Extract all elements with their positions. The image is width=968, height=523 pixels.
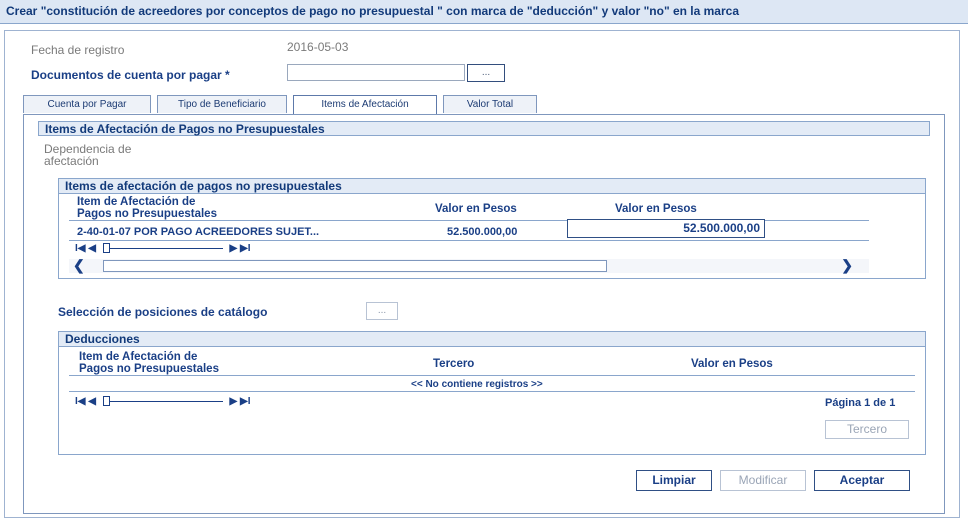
items-horizontal-scrollbar[interactable]: ❮ ❯ — [69, 257, 869, 274]
dependencia-label: Dependencia de afectación — [44, 143, 131, 167]
scroll-right-icon[interactable]: ❯ — [841, 257, 853, 274]
limpiar-button[interactable]: Limpiar — [636, 470, 712, 491]
items-pager: I◀ ◀ ▶ ▶I — [75, 242, 250, 254]
items-col-header-item-line2: Pagos no Presupuestales — [77, 208, 217, 220]
ded-col-header-item: Item de Afectación de Pagos no Presupues… — [79, 351, 219, 375]
deducciones-section: Deducciones Item de Afectación de Pagos … — [58, 331, 926, 455]
ded-col-header-tercero: Tercero — [433, 358, 475, 370]
scrollbar-thumb[interactable] — [103, 260, 607, 272]
panel-title: Items de Afectación de Pagos no Presupue… — [38, 121, 930, 136]
ded-col-header-valor: Valor en Pesos — [691, 358, 773, 370]
items-row-divider — [69, 240, 869, 241]
page-slider[interactable] — [102, 395, 223, 406]
ded-col-header-item-line2: Pagos no Presupuestales — [79, 363, 219, 375]
form-container: Fecha de registro 2016-05-03 Documentos … — [4, 30, 960, 518]
first-page-icon[interactable]: I◀ — [75, 396, 85, 407]
ded-col-header-item-line1: Item de Afectación de — [79, 351, 198, 363]
page-slider[interactable] — [102, 242, 223, 253]
ded-pager: I◀ ◀ ▶ ▶I — [75, 395, 250, 407]
ded-header-divider — [69, 375, 915, 376]
catalogo-button[interactable]: ... — [366, 302, 398, 320]
tercero-button[interactable]: Tercero — [825, 420, 909, 439]
window-title: Crear "constitución de acreedores por co… — [6, 4, 740, 18]
window-title-bar: Crear "constitución de acreedores por co… — [0, 0, 968, 24]
scroll-left-icon[interactable]: ❮ — [73, 257, 85, 274]
first-page-icon[interactable]: I◀ — [75, 243, 85, 254]
documentos-label: Documentos de cuenta por pagar * — [31, 68, 230, 82]
items-col-header-valor: Valor en Pesos — [435, 203, 517, 215]
dependencia-label-line2: afectación — [44, 154, 99, 168]
tab-tipo-de-beneficiario[interactable]: Tipo de Beneficiario — [157, 95, 287, 113]
ded-page-indicator: Página 1 de 1 — [825, 397, 896, 409]
page-slider-thumb[interactable] — [102, 242, 110, 253]
items-col-header-item: Item de Afectación de Pagos no Presupues… — [77, 196, 217, 220]
next-page-icon[interactable]: ▶ — [230, 243, 238, 254]
items-afectacion-section: Items de Afectación de Pagos no Presupue… — [38, 121, 930, 457]
items-grid-title: Items de afectación de pagos no presupue… — [59, 179, 925, 194]
items-row-item[interactable]: 2-40-01-07 POR PAGO ACREEDORES SUJET... — [77, 226, 319, 238]
catalogo-label: Selección de posiciones de catálogo — [58, 305, 268, 319]
deducciones-title: Deducciones — [59, 332, 925, 347]
tab-items-de-afectacion[interactable]: Items de Afectación — [293, 95, 437, 115]
items-row-valor-input[interactable]: 52.500.000,00 — [567, 219, 765, 238]
items-grid-section: Items de afectación de pagos no presupue… — [58, 178, 926, 279]
prev-page-icon[interactable]: ◀ — [88, 243, 96, 254]
fecha-value: 2016-05-03 — [287, 40, 349, 54]
last-page-icon[interactable]: ▶I — [240, 243, 250, 254]
items-col-header-valor-input: Valor en Pesos — [615, 203, 697, 215]
next-page-icon[interactable]: ▶ — [230, 396, 238, 407]
ded-empty-message: << No contiene registros >> — [411, 379, 543, 390]
items-row-valor: 52.500.000,00 — [447, 226, 518, 238]
prev-page-icon[interactable]: ◀ — [88, 396, 96, 407]
tab-valor-total[interactable]: Valor Total — [443, 95, 537, 113]
tab-cuenta-por-pagar[interactable]: Cuenta por Pagar — [23, 95, 151, 113]
aceptar-button[interactable]: Aceptar — [814, 470, 910, 491]
fecha-label: Fecha de registro — [31, 43, 125, 57]
modificar-button[interactable]: Modificar — [720, 470, 806, 491]
items-col-header-item-line1: Item de Afectación de — [77, 196, 196, 208]
last-page-icon[interactable]: ▶I — [240, 396, 250, 407]
documentos-search-button[interactable]: ... — [467, 64, 505, 82]
ded-row-divider — [69, 391, 915, 392]
items-afectacion-panel: Items de Afectación de Pagos no Presupue… — [23, 114, 945, 514]
page-slider-thumb[interactable] — [102, 395, 110, 406]
documentos-input[interactable] — [287, 64, 465, 81]
